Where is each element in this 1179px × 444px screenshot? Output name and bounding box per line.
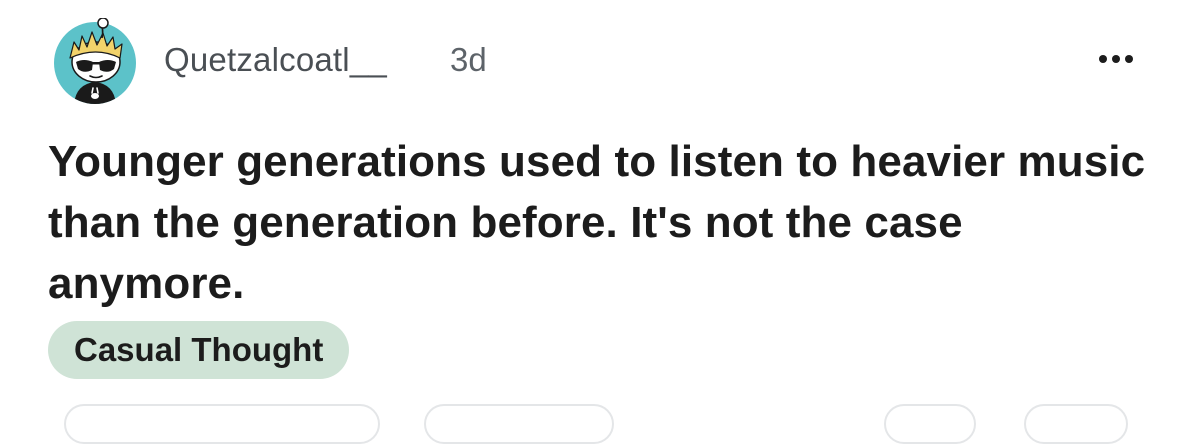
post-card: Quetzalcoatl__ 3d Younger generations us…	[0, 0, 1179, 444]
more-horizontal-icon	[1099, 55, 1133, 63]
more-options-button[interactable]	[1093, 46, 1139, 72]
post-title[interactable]: Younger generations used to listen to he…	[48, 131, 1148, 314]
share-button[interactable]	[1024, 404, 1128, 444]
post-author-username[interactable]: Quetzalcoatl__	[164, 40, 387, 80]
post-age: 3d	[450, 41, 487, 78]
post-action-bar	[0, 404, 1179, 444]
award-button[interactable]	[884, 404, 976, 444]
snoo-avatar-icon	[54, 17, 136, 104]
post-flair-badge[interactable]: Casual Thought	[48, 321, 350, 379]
comments-button[interactable]	[424, 404, 614, 444]
post-header: Quetzalcoatl__ 3d	[52, 14, 1139, 104]
vote-button-group[interactable]	[64, 404, 380, 444]
user-avatar[interactable]	[52, 17, 138, 104]
